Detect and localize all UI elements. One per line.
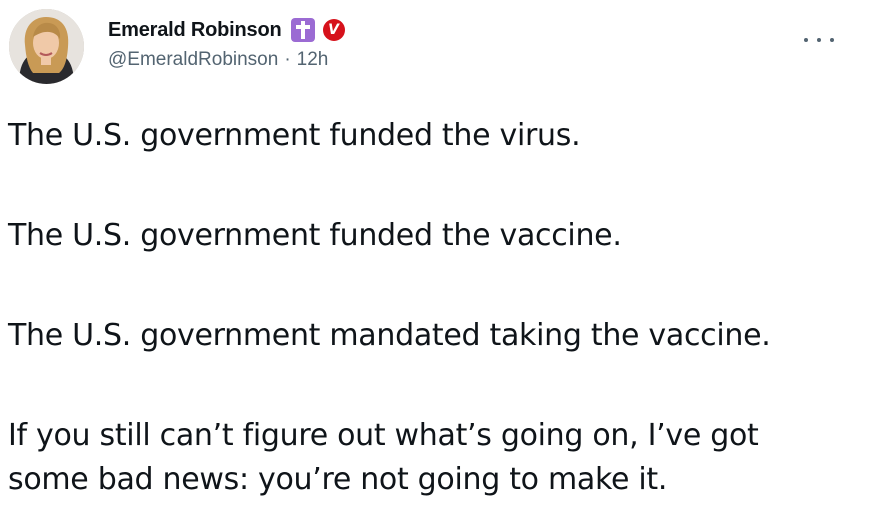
ellipsis-dot (830, 38, 834, 42)
avatar-image (9, 9, 84, 84)
tweet-line: If you still can’t figure out what’s goi… (8, 418, 759, 453)
author-name-row: Emerald Robinson V (108, 14, 345, 46)
tweet-text: The U.S. government funded the virus. Th… (8, 114, 868, 502)
ellipsis-dot (817, 38, 821, 42)
meta-separator: · (284, 49, 291, 70)
tweet-paragraph: The U.S. government funded the vaccine. (8, 218, 622, 253)
tweet-paragraph: The U.S. government funded the virus. (8, 118, 581, 153)
ellipsis-icon[interactable] (804, 30, 834, 50)
cross-badge-icon (290, 18, 315, 42)
tweet-header: Emerald Robinson V @EmeraldRobinson · 12… (108, 14, 345, 76)
tweet-timestamp[interactable]: 12h (297, 49, 329, 71)
author-display-name[interactable]: Emerald Robinson (108, 19, 282, 42)
tweet: Emerald Robinson V @EmeraldRobinson · 12… (0, 0, 874, 529)
ellipsis-dot (804, 38, 808, 42)
tweet-paragraph: The U.S. government mandated taking the … (8, 318, 771, 353)
tweet-paragraph: If you still can’t figure out what’s goi… (8, 414, 868, 502)
avatar[interactable] (9, 9, 84, 84)
tweet-line: some bad news: you’re not going to make … (8, 462, 668, 497)
author-meta-row: @EmeraldRobinson · 12h (108, 49, 345, 71)
author-handle[interactable]: @EmeraldRobinson (108, 49, 278, 71)
verified-v-badge-icon: V (322, 19, 345, 41)
